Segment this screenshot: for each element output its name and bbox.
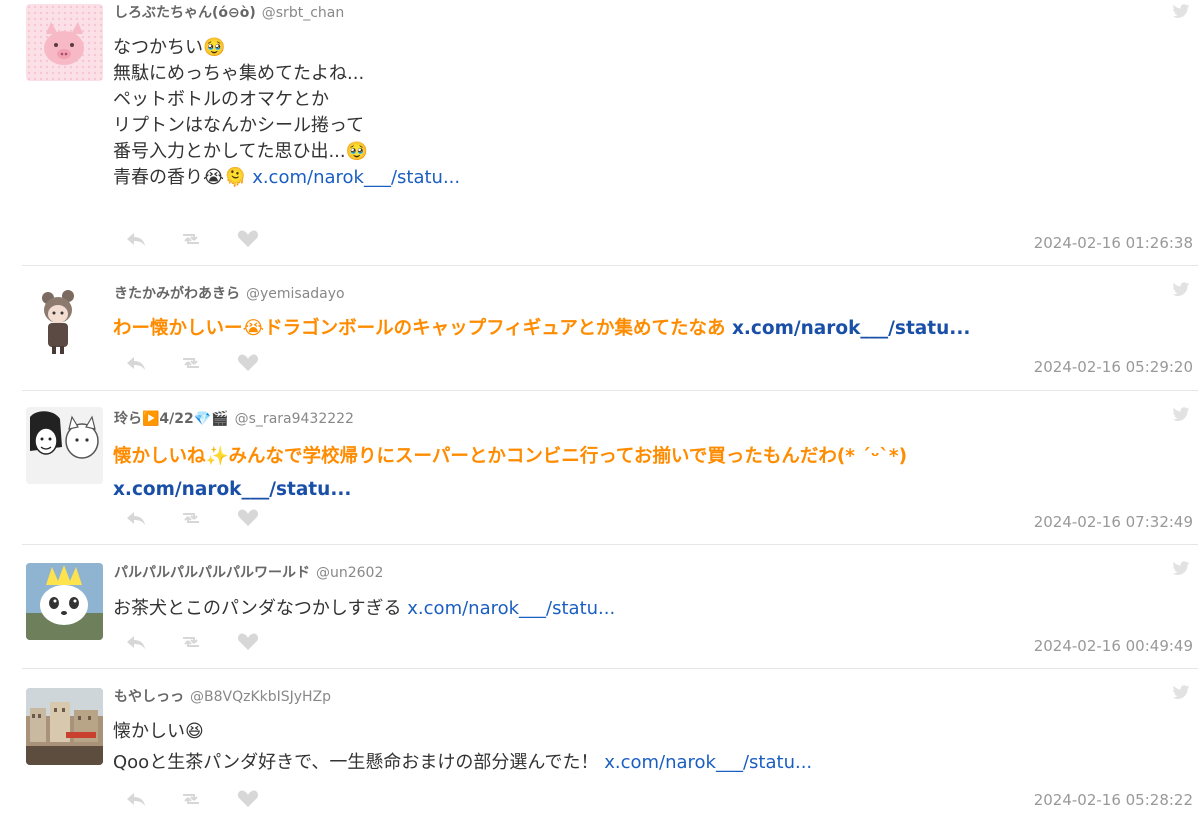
- reply-icon[interactable]: [124, 789, 148, 809]
- timestamp[interactable]: 2024-02-16 07:32:49: [1034, 513, 1193, 531]
- tweet-header: パルパルパルパルパルワールド @un2602: [114, 562, 383, 582]
- tweet-4: パルパルパルパルパルワールド @un2602 お茶犬とこのパンダなつかしすぎる x…: [0, 545, 1200, 668]
- reply-icon[interactable]: [124, 229, 148, 249]
- tweet-line: わー懐かしいー😭ドラゴンボールのキャップフィギュアとか集めてたなあ: [113, 318, 726, 339]
- timestamp[interactable]: 2024-02-16 05:28:22: [1034, 791, 1193, 809]
- retweet-icon[interactable]: [179, 632, 203, 652]
- tweet-line: 番号入力とかしてた思ひ出...🥹: [113, 141, 369, 162]
- tweet-link[interactable]: x.com/narok___/statu...: [604, 752, 812, 773]
- tweet-5: もやしっっ @B8VQzKkbISJyHZp 懐かしい😆 Qooと生茶パンダ好きで…: [0, 669, 1200, 821]
- user-handle[interactable]: @yemisadayo: [246, 286, 345, 302]
- tweet-header: 玲ら▶️4/22💎🎬 @s_rara9432222: [114, 408, 354, 428]
- reply-icon[interactable]: [124, 632, 148, 652]
- retweet-icon[interactable]: [179, 508, 203, 528]
- city-avatar-image: [26, 688, 103, 765]
- user-handle[interactable]: @srbt_chan: [262, 5, 344, 21]
- avatar[interactable]: [26, 563, 103, 640]
- tweet-line: 懐かしいね✨みんなで学校帰りにスーパーとかコンビニ行ってお揃いで買ったもんだわ(…: [113, 446, 908, 467]
- tweet-line: 懐かしい😆: [113, 721, 204, 742]
- reply-icon[interactable]: [124, 353, 148, 373]
- tweet-link[interactable]: x.com/narok___/statu...: [113, 473, 907, 506]
- tweet-line: リプトンはなんかシール捲って: [113, 115, 365, 136]
- pal-avatar-image: [26, 563, 103, 640]
- heart-icon[interactable]: [236, 508, 260, 528]
- tweet-line: 青春の香り😭🫠: [113, 167, 247, 188]
- timestamp[interactable]: 2024-02-16 00:49:49: [1034, 637, 1193, 655]
- tweet-line: なつかちい🥹: [113, 37, 226, 58]
- tweet-text: お茶犬とこのパンダなつかしすぎる x.com/narok___/statu...: [113, 596, 615, 622]
- twitter-bird-icon[interactable]: [1172, 282, 1190, 297]
- tweet-2: きたかみがわあきら @yemisadayo わー懐かしいー😭ドラゴンボールのキャッ…: [0, 266, 1200, 390]
- twitter-bird-icon[interactable]: [1172, 407, 1190, 422]
- tweet-text: 懐かしい😆 Qooと生茶パンダ好きで、一生懸命おまけの部分選んでた！ x.com…: [113, 716, 812, 778]
- twitter-bird-icon[interactable]: [1172, 4, 1190, 19]
- retweet-icon[interactable]: [179, 353, 203, 373]
- twitter-bird-icon[interactable]: [1172, 561, 1190, 576]
- display-name[interactable]: しろぶたちゃん(ό⊖ὸ): [114, 5, 256, 21]
- tweet-3: 玲ら▶️4/22💎🎬 @s_rara9432222 懐かしいね✨みんなで学校帰りに…: [0, 391, 1200, 544]
- pig-avatar-image: [26, 4, 103, 81]
- avatar[interactable]: [26, 282, 103, 359]
- tweet-link[interactable]: x.com/narok___/statu...: [252, 167, 460, 188]
- tweet-text: わー懐かしいー😭ドラゴンボールのキャップフィギュアとか集めてたなあ x.com/…: [113, 316, 970, 342]
- avatar[interactable]: [26, 407, 103, 484]
- avatar[interactable]: [26, 688, 103, 765]
- timestamp[interactable]: 2024-02-16 05:29:20: [1034, 358, 1193, 376]
- twitter-bird-icon[interactable]: [1172, 685, 1190, 700]
- timestamp[interactable]: 2024-02-16 01:26:38: [1034, 234, 1193, 252]
- tweet-1: しろぶたちゃん(ό⊖ὸ) @srbt_chan なつかちい🥹 無駄にめっちゃ集めて…: [0, 0, 1200, 265]
- tweet-link[interactable]: x.com/narok___/statu...: [732, 318, 970, 339]
- tweet-header: きたかみがわあきら @yemisadayo: [114, 283, 345, 303]
- heart-icon[interactable]: [236, 632, 260, 652]
- tweet-line: Qooと生茶パンダ好きで、一生懸命おまけの部分選んでた！: [113, 752, 599, 773]
- display-name[interactable]: パルパルパルパルパルワールド: [114, 565, 310, 581]
- tweet-text: 懐かしいね✨みんなで学校帰りにスーパーとかコンビニ行ってお揃いで買ったもんだわ(…: [113, 440, 907, 506]
- tweet-line: ペットボトルのオマケとか: [113, 89, 329, 110]
- heart-icon[interactable]: [236, 229, 260, 249]
- user-handle[interactable]: @s_rara9432222: [235, 411, 354, 427]
- character-avatar-image: [42, 290, 74, 354]
- display-name[interactable]: きたかみがわあきら: [114, 286, 240, 302]
- user-handle[interactable]: @B8VQzKkbISJyHZp: [190, 689, 331, 705]
- user-handle[interactable]: @un2602: [316, 565, 383, 581]
- tweet-text: なつかちい🥹 無駄にめっちゃ集めてたよね... ペットボトルのオマケとか リプト…: [113, 35, 460, 191]
- heart-icon[interactable]: [236, 353, 260, 373]
- tweet-link[interactable]: x.com/narok___/statu...: [407, 598, 615, 619]
- tweet-header: しろぶたちゃん(ό⊖ὸ) @srbt_chan: [114, 2, 344, 22]
- avatar[interactable]: [26, 4, 103, 81]
- tweet-header: もやしっっ @B8VQzKkbISJyHZp: [114, 686, 331, 706]
- display-name[interactable]: 玲ら▶️4/22💎🎬: [114, 411, 229, 427]
- heart-icon[interactable]: [236, 789, 260, 809]
- manga-avatar-image: [26, 407, 103, 484]
- retweet-icon[interactable]: [179, 229, 203, 249]
- retweet-icon[interactable]: [179, 789, 203, 809]
- tweet-line: お茶犬とこのパンダなつかしすぎる: [113, 598, 402, 619]
- tweet-line: 無駄にめっちゃ集めてたよね...: [113, 63, 365, 84]
- reply-icon[interactable]: [124, 508, 148, 528]
- display-name[interactable]: もやしっっ: [114, 689, 184, 705]
